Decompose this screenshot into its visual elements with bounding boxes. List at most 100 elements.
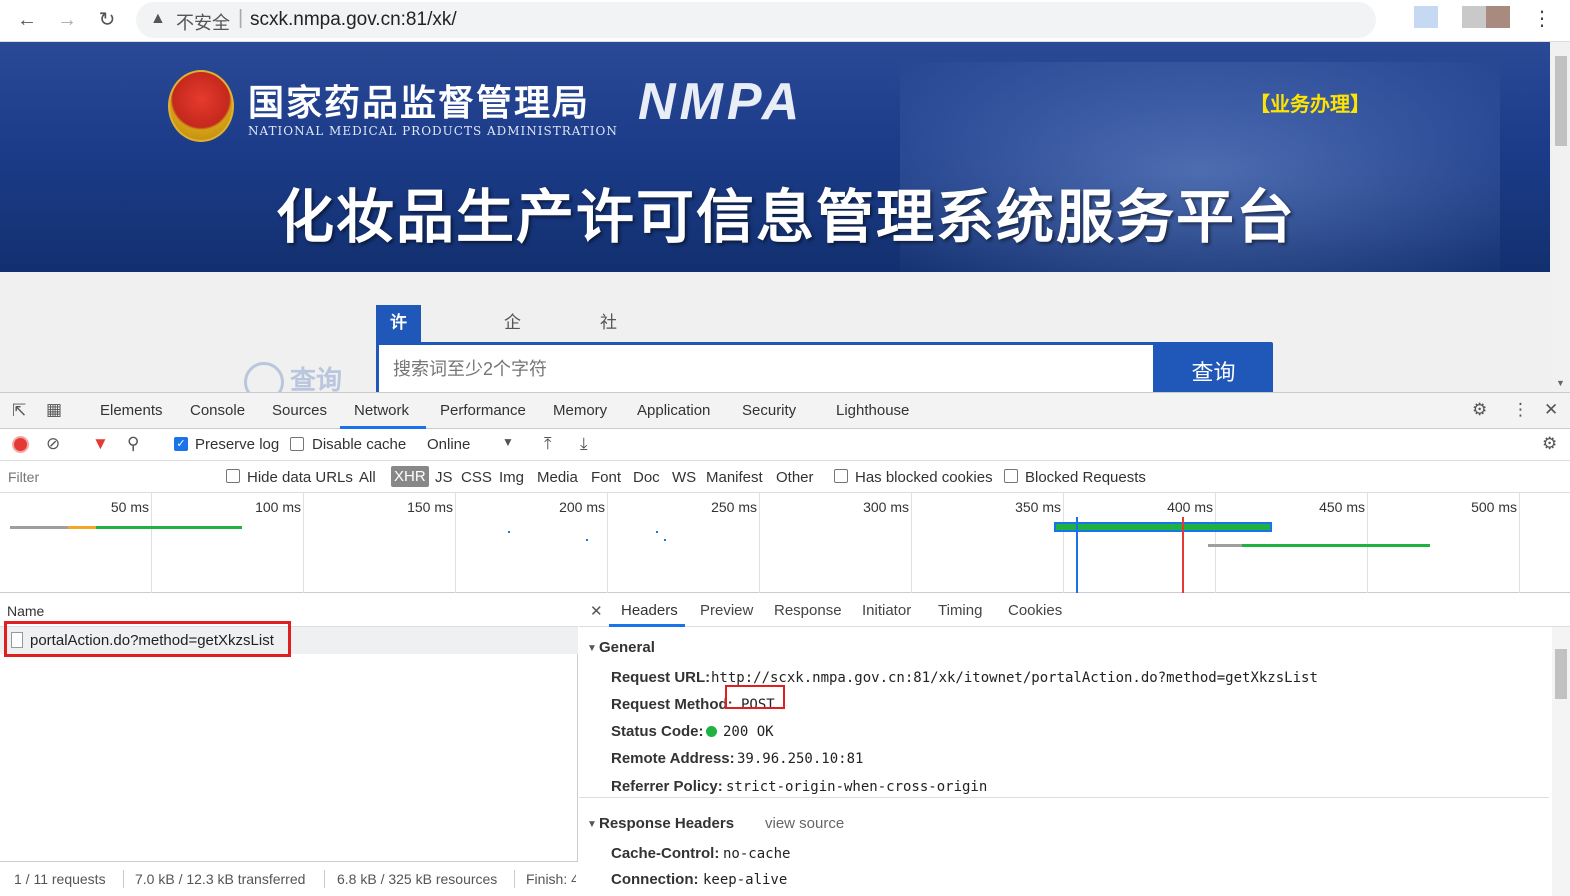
filter-manifest[interactable]: Manifest	[706, 469, 763, 486]
resources-size: 6.8 kB / 325 kB resources	[337, 871, 498, 887]
filter-js[interactable]: JS	[435, 469, 453, 486]
detail-scrollbar[interactable]	[1552, 627, 1570, 896]
view-source-link[interactable]: view source	[765, 815, 844, 832]
request-url-key: Request URL:	[611, 669, 711, 686]
tab-initiator[interactable]: Initiator	[862, 602, 911, 619]
network-settings-icon[interactable]: ⚙	[1542, 434, 1557, 454]
browser-menu-icon[interactable]: ⋮	[1532, 6, 1552, 31]
national-emblem-logo	[168, 70, 234, 142]
request-count: 1 / 11 requests	[14, 871, 106, 887]
timeline-bar	[68, 526, 96, 529]
timeline-selected-bar[interactable]	[1054, 522, 1272, 532]
tick-label: 400 ms	[1167, 499, 1213, 515]
disable-cache-checkbox[interactable]	[290, 437, 304, 451]
expand-triangle-icon[interactable]: ▼	[587, 643, 597, 654]
export-har-icon[interactable]: ⤓	[580, 434, 588, 454]
filter-font[interactable]: Font	[591, 469, 621, 486]
filter-media[interactable]: Media	[537, 469, 578, 486]
tick-label: 200 ms	[559, 499, 605, 515]
network-overview-timeline[interactable]: 50 ms 100 ms 150 ms 200 ms 250 ms 300 ms…	[0, 493, 1570, 593]
tab-credit-code[interactable]: 社会信用代码	[600, 305, 617, 392]
extension-icon[interactable]	[1462, 6, 1486, 28]
preserve-log-checkbox[interactable]: ✓	[174, 437, 188, 451]
back-icon[interactable]: ←	[13, 6, 41, 34]
business-link[interactable]: 【业务办理】	[1250, 88, 1370, 117]
tab-application[interactable]: Application	[637, 402, 710, 419]
tab-company-name[interactable]: 企业名称	[504, 305, 521, 392]
close-detail-icon[interactable]: ✕	[590, 602, 603, 620]
throttle-select[interactable]: Online	[427, 436, 470, 453]
reload-icon[interactable]: ↻	[93, 6, 121, 34]
tab-sources[interactable]: Sources	[272, 402, 327, 419]
disable-cache-label: Disable cache	[312, 436, 407, 453]
close-devtools-icon[interactable]: ✕	[1544, 400, 1558, 420]
tab-memory[interactable]: Memory	[553, 402, 607, 419]
tab-headers[interactable]: Headers	[621, 602, 678, 619]
timeline-dot	[664, 539, 666, 541]
filter-css[interactable]: CSS	[461, 469, 492, 486]
page-scrollbar[interactable]: ▼	[1552, 42, 1570, 392]
device-toolbar-icon[interactable]: ▦	[46, 400, 62, 420]
filter-doc[interactable]: Doc	[633, 469, 660, 486]
tab-security[interactable]: Security	[742, 402, 796, 419]
forward-icon[interactable]: →	[53, 6, 81, 34]
clear-icon[interactable]: ⊘	[46, 434, 60, 454]
tick-label: 300 ms	[863, 499, 909, 515]
settings-gear-icon[interactable]: ⚙	[1472, 400, 1487, 420]
scrollbar-thumb[interactable]	[1555, 56, 1567, 146]
import-har-icon[interactable]: ⤒	[544, 434, 552, 454]
tab-license-number[interactable]: 许可证编号	[376, 305, 421, 392]
tick-line	[759, 493, 760, 593]
hide-data-urls-checkbox[interactable]	[226, 469, 240, 483]
record-button[interactable]	[12, 436, 29, 453]
tab-response[interactable]: Response	[774, 602, 842, 619]
tab-cookies[interactable]: Cookies	[1008, 602, 1062, 619]
timeline-dot	[656, 531, 658, 533]
devtools-panel: ⇱ ▦ Elements Console Sources Network Per…	[0, 392, 1570, 896]
address-bar[interactable]: ▲ 不安全 | scxk.nmpa.gov.cn:81/xk/	[136, 2, 1376, 38]
transferred-size: 7.0 kB / 12.3 kB transferred	[135, 871, 306, 887]
search-icon[interactable]: ⚲	[127, 434, 139, 454]
general-section-title[interactable]: General	[599, 639, 655, 656]
inspect-element-icon[interactable]: ⇱	[12, 401, 26, 421]
tab-timing[interactable]: Timing	[938, 602, 982, 619]
extension-icon[interactable]	[1414, 6, 1438, 28]
filter-img[interactable]: Img	[499, 469, 524, 486]
filter-input[interactable]	[4, 466, 208, 488]
chevron-down-icon[interactable]: ▼	[502, 435, 514, 449]
filter-all[interactable]: All	[359, 469, 376, 486]
browser-toolbar: ← → ↻ ▲ 不安全 | scxk.nmpa.gov.cn:81/xk/ ⋮	[0, 0, 1570, 42]
blocked-requests-checkbox[interactable]	[1004, 469, 1018, 483]
tick-label: 500 ms	[1471, 499, 1517, 515]
tab-console[interactable]: Console	[190, 402, 245, 419]
filter-ws[interactable]: WS	[672, 469, 696, 486]
url-text[interactable]: scxk.nmpa.gov.cn:81/xk/	[250, 9, 457, 31]
scroll-down-icon[interactable]: ▼	[1556, 378, 1565, 388]
query-watermark-text: 查询	[290, 365, 343, 392]
filter-xhr[interactable]: XHR	[391, 466, 429, 487]
tab-performance[interactable]: Performance	[440, 402, 526, 419]
has-blocked-cookies-checkbox[interactable]	[834, 469, 848, 483]
tab-preview[interactable]: Preview	[700, 602, 753, 619]
more-options-icon[interactable]: ⋮	[1512, 400, 1529, 420]
search-box	[376, 342, 1156, 392]
response-headers-title[interactable]: Response Headers	[599, 815, 734, 832]
search-input[interactable]	[393, 359, 1133, 380]
timeline-bar	[10, 526, 68, 529]
referrer-policy-key: Referrer Policy:	[611, 778, 723, 795]
tab-lighthouse[interactable]: Lighthouse	[836, 402, 909, 419]
scrollbar-thumb[interactable]	[1555, 649, 1567, 699]
tab-elements[interactable]: Elements	[100, 402, 163, 419]
status-dot-icon	[706, 726, 717, 737]
expand-triangle-icon[interactable]: ▼	[587, 819, 597, 830]
agency-name-cn: 国家药品监督管理局	[248, 82, 591, 124]
tick-label: 150 ms	[407, 499, 453, 515]
profile-avatar[interactable]	[1486, 6, 1510, 28]
filter-other[interactable]: Other	[776, 469, 814, 486]
filter-icon[interactable]: ▼	[92, 434, 109, 454]
status-separator	[324, 870, 325, 888]
tab-network[interactable]: Network	[354, 402, 409, 419]
tick-label: 50 ms	[110, 499, 149, 515]
search-button[interactable]: 查询	[1154, 342, 1273, 392]
remote-address-key: Remote Address:	[611, 750, 735, 767]
